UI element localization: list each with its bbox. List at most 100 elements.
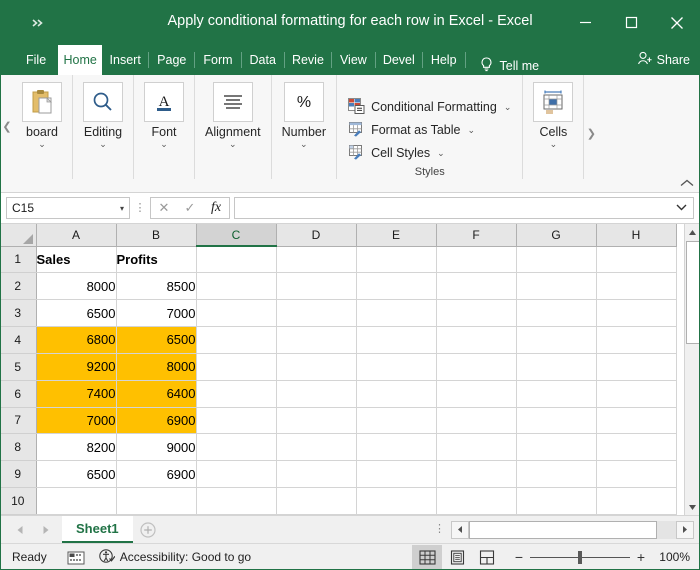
chevron-down-icon[interactable]: ▾: [120, 204, 124, 213]
share-button[interactable]: Share: [637, 51, 690, 69]
cell-B3[interactable]: 7000: [116, 300, 196, 327]
name-box[interactable]: C15 ▾: [6, 197, 130, 219]
cell-E6[interactable]: [356, 380, 436, 407]
cell-D3[interactable]: [276, 300, 356, 327]
cell-A4[interactable]: 6800: [36, 327, 116, 354]
chevron-down-icon[interactable]: ⌄: [437, 148, 445, 159]
column-header-H[interactable]: H: [596, 224, 676, 246]
tab-home[interactable]: Home: [58, 45, 102, 75]
cell-B4[interactable]: 6500: [116, 327, 196, 354]
row-header-4[interactable]: 4: [0, 327, 36, 354]
cell-H5[interactable]: [596, 353, 676, 380]
formula-bar-grip[interactable]: ⋮: [130, 204, 150, 213]
cell-G6[interactable]: [516, 380, 596, 407]
ribbon-group-alignment[interactable]: Alignment ⌄: [195, 75, 272, 179]
row-header-5[interactable]: 5: [0, 353, 36, 380]
tab-page-layout[interactable]: Page: [149, 45, 194, 75]
row-header-8[interactable]: 8: [0, 434, 36, 461]
row-header-3[interactable]: 3: [0, 300, 36, 327]
chevron-down-icon[interactable]: ⌄: [229, 140, 237, 148]
cell-B8[interactable]: 9000: [116, 434, 196, 461]
sheet-tab-sheet1[interactable]: Sheet1: [62, 516, 133, 543]
cell-H8[interactable]: [596, 434, 676, 461]
row-header-1[interactable]: 1: [0, 246, 36, 273]
cell-C9[interactable]: [196, 461, 276, 488]
zoom-slider-track[interactable]: [530, 557, 630, 558]
cell-G10[interactable]: [516, 488, 596, 515]
cell-F4[interactable]: [436, 327, 516, 354]
ribbon-scroll-right-icon[interactable]: ❯: [584, 75, 598, 192]
cell-E7[interactable]: [356, 407, 436, 434]
cell-B7[interactable]: 6900: [116, 407, 196, 434]
zoom-level-label[interactable]: 100%: [658, 550, 700, 564]
cell-A6[interactable]: 7400: [36, 380, 116, 407]
ribbon-group-cells[interactable]: Cells ⌄: [523, 75, 584, 179]
minimize-button[interactable]: [562, 0, 608, 45]
cell-E8[interactable]: [356, 434, 436, 461]
cell-G9[interactable]: [516, 461, 596, 488]
zoom-slider-thumb[interactable]: [578, 551, 582, 564]
cell-G8[interactable]: [516, 434, 596, 461]
column-header-B[interactable]: B: [116, 224, 196, 246]
cell-D2[interactable]: [276, 273, 356, 300]
cell-G5[interactable]: [516, 353, 596, 380]
cell-F5[interactable]: [436, 353, 516, 380]
row-header-10[interactable]: 10: [0, 488, 36, 515]
page-break-view-button[interactable]: [472, 545, 502, 569]
cell-H4[interactable]: [596, 327, 676, 354]
cell-H1[interactable]: [596, 246, 676, 273]
cell-D10[interactable]: [276, 488, 356, 515]
tab-help[interactable]: Help: [423, 45, 465, 75]
cell-B6[interactable]: 6400: [116, 380, 196, 407]
cell-F8[interactable]: [436, 434, 516, 461]
cell-A10[interactable]: [36, 488, 116, 515]
cancel-formula-button[interactable]: ✕: [151, 198, 177, 218]
scroll-up-button[interactable]: [685, 224, 700, 240]
chevron-down-icon[interactable]: ⌄: [467, 125, 475, 136]
cell-D1[interactable]: [276, 246, 356, 273]
row-header-7[interactable]: 7: [0, 407, 36, 434]
row-header-9[interactable]: 9: [0, 461, 36, 488]
ribbon-group-font[interactable]: A Font ⌄: [134, 75, 195, 179]
cell-A7[interactable]: 7000: [36, 407, 116, 434]
row-header-2[interactable]: 2: [0, 273, 36, 300]
close-button[interactable]: [654, 0, 700, 45]
cell-C8[interactable]: [196, 434, 276, 461]
sheet-bar-grip[interactable]: ⋮: [434, 525, 451, 534]
cell-G3[interactable]: [516, 300, 596, 327]
cell-F6[interactable]: [436, 380, 516, 407]
chevron-down-icon[interactable]: ⌄: [38, 140, 46, 148]
cell-C5[interactable]: [196, 353, 276, 380]
tab-data[interactable]: Data: [242, 45, 284, 75]
horizontal-scrollbar[interactable]: [451, 521, 694, 539]
cell-D8[interactable]: [276, 434, 356, 461]
chevron-down-icon[interactable]: ⌄: [160, 140, 168, 148]
horizontal-scroll-track[interactable]: [469, 521, 676, 539]
column-header-F[interactable]: F: [436, 224, 516, 246]
cell-G7[interactable]: [516, 407, 596, 434]
cell-H7[interactable]: [596, 407, 676, 434]
previous-sheet-button[interactable]: [8, 518, 32, 542]
formula-input[interactable]: [234, 197, 694, 219]
cell-C10[interactable]: [196, 488, 276, 515]
zoom-out-button[interactable]: −: [508, 549, 530, 565]
row-header-6[interactable]: 6: [0, 380, 36, 407]
column-header-E[interactable]: E: [356, 224, 436, 246]
cell-C2[interactable]: [196, 273, 276, 300]
format-as-table-button[interactable]: Format as Table ⌄: [345, 119, 514, 142]
cell-E5[interactable]: [356, 353, 436, 380]
chevron-down-icon[interactable]: ⌄: [550, 140, 558, 148]
cell-B9[interactable]: 6900: [116, 461, 196, 488]
cell-B10[interactable]: [116, 488, 196, 515]
scroll-right-button[interactable]: [676, 521, 694, 539]
cell-E9[interactable]: [356, 461, 436, 488]
cell-D9[interactable]: [276, 461, 356, 488]
cell-C6[interactable]: [196, 380, 276, 407]
cell-G1[interactable]: [516, 246, 596, 273]
tab-view[interactable]: View: [332, 45, 375, 75]
tab-formulas[interactable]: Form: [195, 45, 240, 75]
cell-A3[interactable]: 6500: [36, 300, 116, 327]
vertical-scroll-thumb[interactable]: [686, 241, 700, 344]
cell-B2[interactable]: 8500: [116, 273, 196, 300]
cell-A1[interactable]: Sales: [36, 246, 116, 273]
